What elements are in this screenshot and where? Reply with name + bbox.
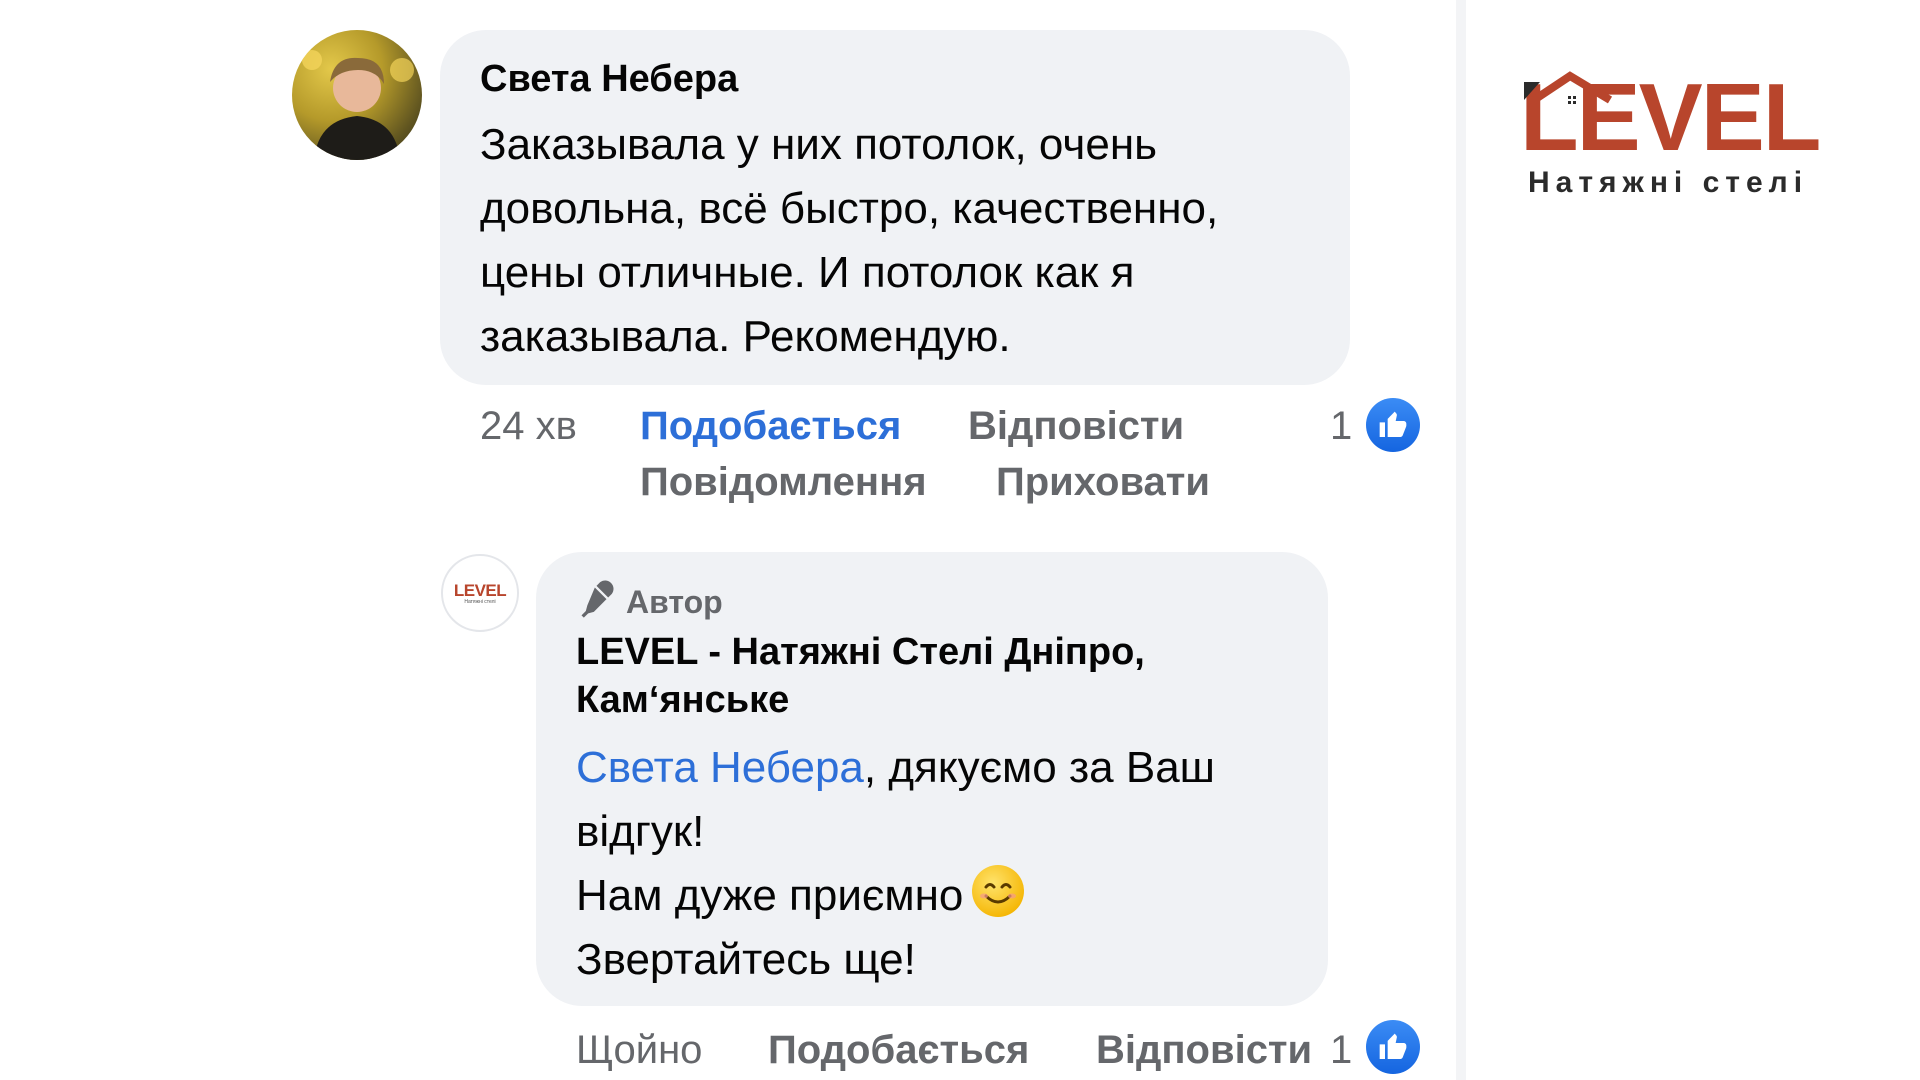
comment-message-button[interactable]: Повідомлення: [640, 460, 927, 505]
brand-logo: LEVEL Натяжні стелі: [1520, 70, 1850, 200]
reply-like-button[interactable]: Подобається: [768, 1028, 1029, 1073]
microphone-icon: [576, 578, 616, 626]
author-badge-label: Автор: [626, 583, 723, 620]
comment-reaction-count[interactable]: 1: [1330, 404, 1352, 449]
reply-timestamp[interactable]: Щойно: [576, 1028, 702, 1073]
reply-author-name[interactable]: LEVEL - Натяжні Стелі Дніпро, Кам‘янське: [576, 628, 1296, 724]
comment-timestamp[interactable]: 24 хв: [480, 404, 577, 449]
brand-logo-subtitle: Натяжні стелі: [1528, 166, 1809, 199]
comment-author-name[interactable]: Света Небера: [480, 58, 738, 101]
reply-reply-button[interactable]: Відповісти: [1096, 1028, 1312, 1073]
avatar-logo-word: LEVEL: [453, 580, 507, 600]
house-roof-icon: [1524, 71, 1613, 104]
author-badge: Автор: [576, 578, 723, 626]
comment-like-button[interactable]: Подобається: [640, 404, 901, 449]
thumbs-up-icon[interactable]: [1366, 1020, 1420, 1074]
reply-mention-link[interactable]: Света Небера: [576, 743, 864, 792]
comment-hide-button[interactable]: Приховати: [996, 460, 1210, 505]
reply-text: Света Небера, дякуємо за Ваш відгук! Нам…: [576, 736, 1316, 992]
avatar-logo-subtitle: Натяжні стелі: [464, 598, 496, 605]
comment-text: Заказывала у них потолок, очень довольна…: [480, 120, 1219, 361]
commenter-avatar[interactable]: [292, 30, 422, 160]
reply-text-line2: Нам дуже приємно: [576, 871, 964, 920]
page-divider: [1456, 0, 1466, 1080]
page-avatar[interactable]: LEVEL Натяжні стелі: [441, 554, 519, 632]
smiling-face-icon: [971, 864, 1025, 918]
reply-text-line3: Звертайтесь ще!: [576, 935, 916, 984]
thumbs-up-icon[interactable]: [1366, 398, 1420, 452]
comment-reply-button[interactable]: Відповісти: [968, 404, 1184, 449]
reply-reaction-count[interactable]: 1: [1330, 1028, 1352, 1073]
